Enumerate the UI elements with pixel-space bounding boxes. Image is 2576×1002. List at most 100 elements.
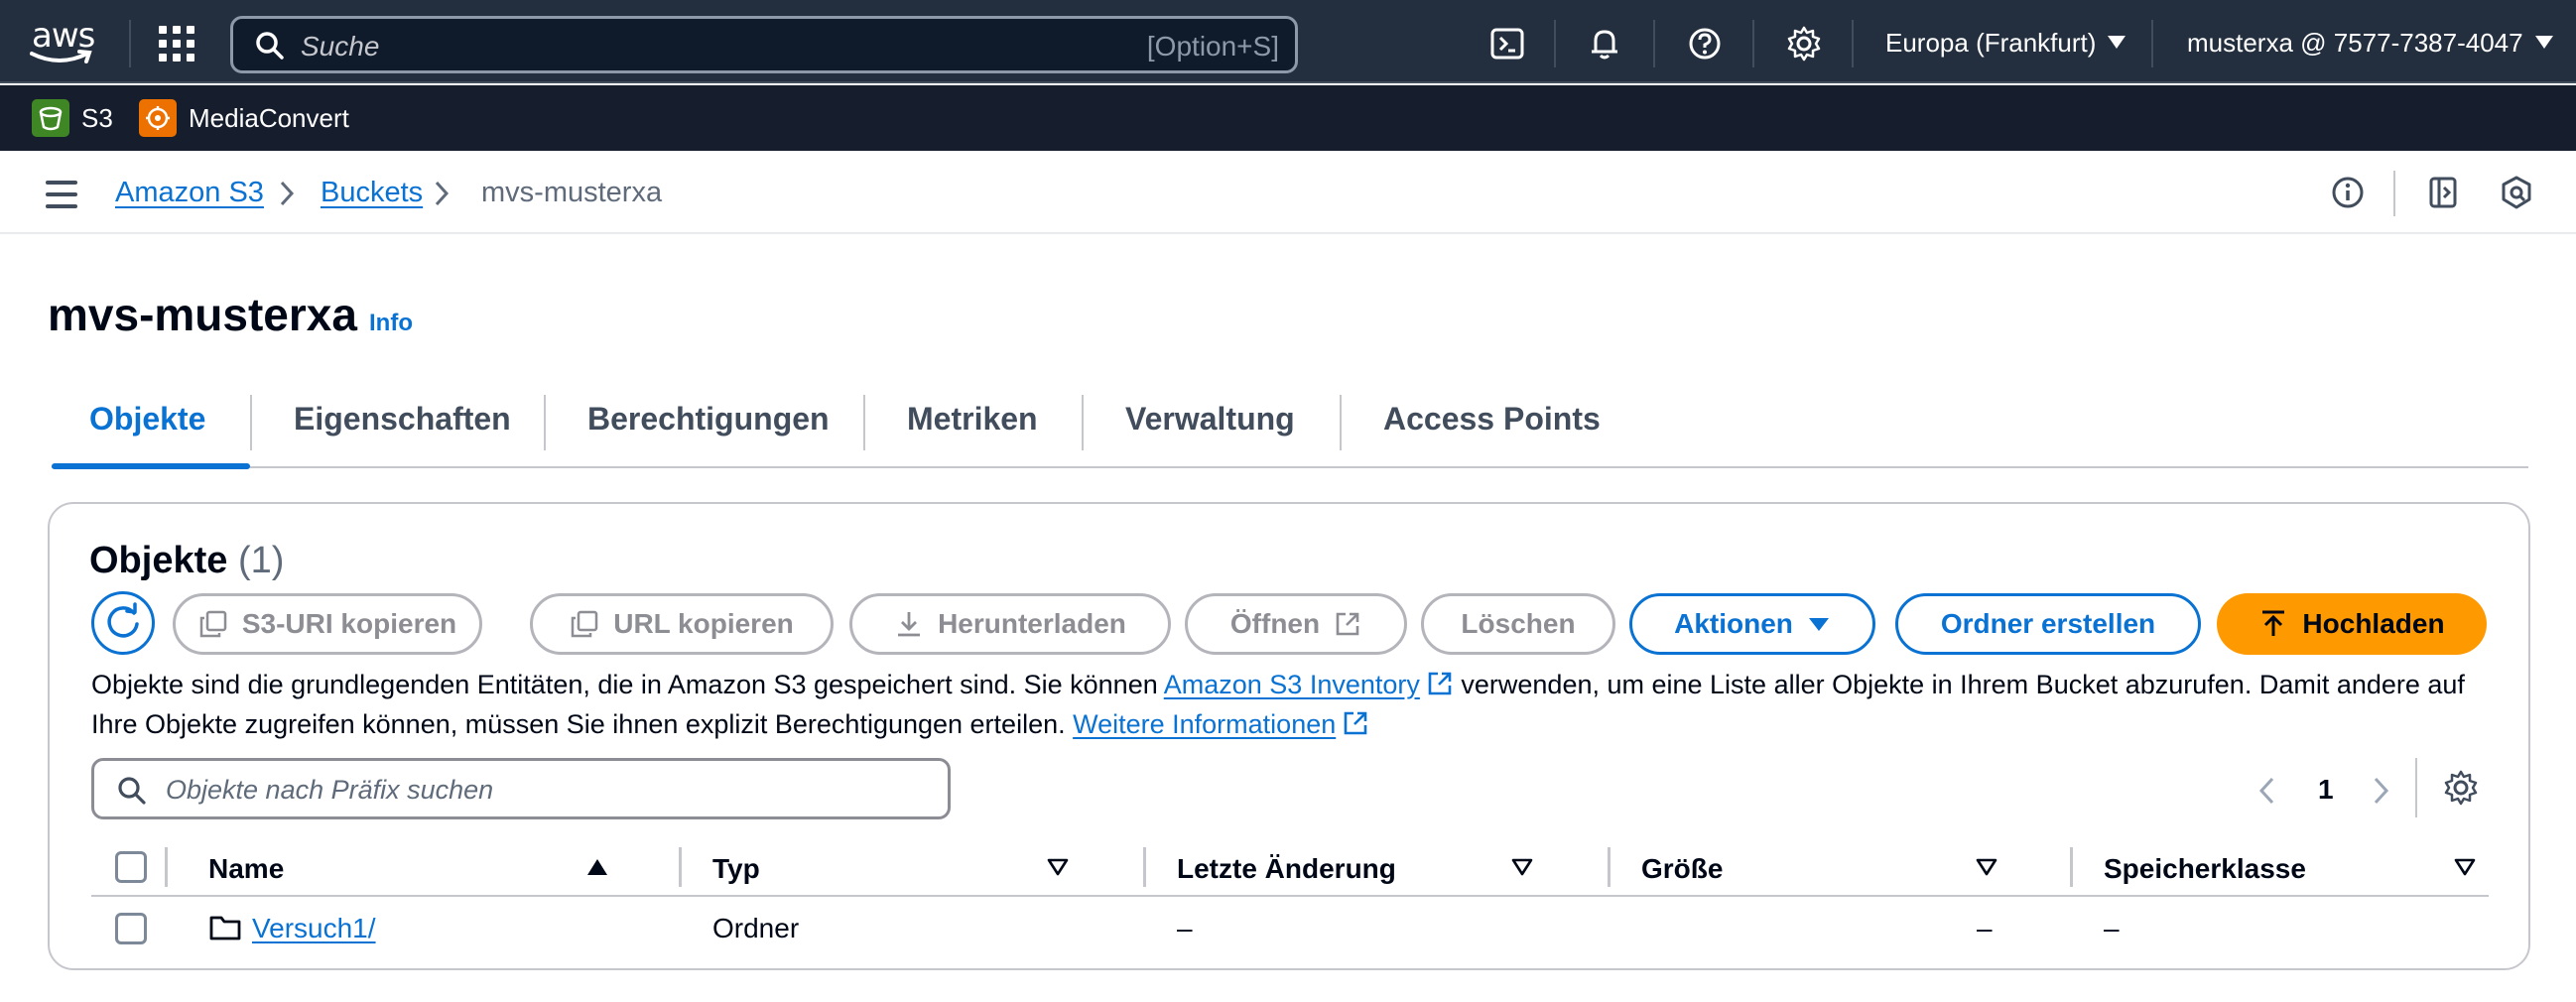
column-header-name[interactable]: Name [208,853,284,885]
current-page-number[interactable]: 1 [2318,774,2334,806]
region-label: Europa (Frankfurt) [1885,28,2097,58]
tab-divider [1340,395,1342,450]
amazon-q-icon[interactable] [2497,173,2536,212]
external-link-icon [1336,612,1359,636]
copy-icon [199,610,227,638]
refresh-button[interactable] [91,591,155,655]
services-grid-icon[interactable] [159,26,194,62]
info-circle-icon[interactable] [2328,173,2368,212]
active-tab-indicator [52,463,250,469]
column-header-size[interactable]: Größe [1641,853,1723,885]
favorite-mediaconvert[interactable]: MediaConvert [139,97,349,139]
gear-icon[interactable] [1784,24,1824,63]
download-icon [898,612,921,637]
bell-icon[interactable] [1586,24,1625,63]
previous-page-icon[interactable] [2256,774,2278,808]
upload-icon [2262,610,2285,636]
chevron-right-icon [435,181,450,206]
favorite-label: S3 [81,102,113,133]
column-header-type[interactable]: Typ [712,853,760,885]
info-link[interactable]: Info [369,310,413,337]
tab-eigenschaften[interactable]: Eigenschaften [294,401,511,438]
sort-icon[interactable] [2453,857,2477,877]
external-link-icon [1428,672,1452,695]
hamburger-menu-icon[interactable] [46,181,77,208]
column-header-storage-class[interactable]: Speicherklasse [2104,853,2306,885]
description-text: Objekte sind die grundlegenden Entitäten… [91,670,1164,699]
column-header-last-modified[interactable]: Letzte Änderung [1177,853,1396,885]
object-last-modified: – [1177,913,1193,943]
copy-s3-uri-button[interactable]: S3-URI kopieren [173,593,482,655]
tab-access-points[interactable]: Access Points [1383,401,1601,438]
actions-label: Aktionen [1674,608,1793,639]
objects-count: (1) [237,540,285,581]
help-icon[interactable] [1685,24,1725,63]
learn-more-link[interactable]: Weitere Informationen [1073,709,1336,739]
region-selector[interactable]: Europa (Frankfurt) [1885,28,2126,59]
next-page-icon[interactable] [2370,774,2391,808]
divider [1752,20,1754,67]
actions-dropdown-button[interactable]: Aktionen [1629,593,1875,655]
caret-down-icon [2108,36,2126,49]
tab-objekte[interactable]: Objekte [89,401,205,438]
prefix-search-input[interactable]: Objekte nach Präfix suchen [91,758,951,819]
select-all-checkbox[interactable] [115,851,147,883]
column-divider [1608,847,1610,887]
row-checkbox[interactable] [115,913,147,944]
search-icon [256,32,284,60]
sort-icon[interactable] [1510,857,1534,877]
object-storage-class: – [2104,913,2120,943]
object-type: Ordner [712,913,800,943]
mediaconvert-service-icon [139,99,177,137]
objects-table-header: Name Typ Letzte Änderung Größe Speicherk… [91,837,2489,897]
copy-icon [571,610,598,638]
tab-divider [1082,395,1084,450]
divider [1653,20,1655,67]
upload-button[interactable]: Hochladen [2217,593,2487,655]
column-divider [1143,847,1146,887]
tab-verwaltung[interactable]: Verwaltung [1125,401,1295,438]
account-menu[interactable]: musterxa @ 7577-7387-4047 [2187,28,2553,59]
sort-icon[interactable] [1046,857,1070,877]
breadcrumb-amazon-s3[interactable]: Amazon S3 [115,177,264,209]
folder-icon [209,916,241,940]
download-label: Herunterladen [938,608,1126,639]
divider [129,20,131,67]
search-icon [118,777,146,805]
objects-description: Objekte sind die grundlegenden Entitäten… [91,665,2512,744]
tab-metriken[interactable]: Metriken [907,401,1038,438]
table-settings-gear-icon[interactable] [2441,768,2481,808]
favorite-s3[interactable]: S3 [32,97,113,139]
objects-title: Objekte [89,540,228,581]
pager-divider [2415,758,2417,817]
column-divider [165,847,168,887]
object-name-link[interactable]: Versuch1/ [252,913,376,943]
side-panel-icon[interactable] [2423,173,2463,212]
breadcrumb-buckets[interactable]: Buckets [321,177,423,209]
breadcrumb-current: mvs-musterxa [481,177,663,208]
breadcrumb-bar: Amazon S3 Buckets mvs-musterxa [0,151,2576,234]
sort-icon[interactable] [1975,857,1998,877]
tab-divider [544,395,546,450]
download-button[interactable]: Herunterladen [849,593,1171,655]
s3-service-icon [32,99,69,137]
tab-divider [863,395,865,450]
create-folder-button[interactable]: Ordner erstellen [1895,593,2201,655]
copy-s3-uri-label: S3-URI kopieren [241,608,457,639]
cloudshell-icon[interactable] [1488,24,1528,63]
favorite-label: MediaConvert [189,102,349,133]
column-divider [679,847,682,887]
page-title: mvs-musterxa [48,289,357,340]
sort-ascending-icon[interactable] [585,857,609,877]
aws-logo[interactable]: aws [30,14,103,67]
top-navigation: aws Suche [Option+S] Europa (Frankfurt) … [0,0,2576,83]
tab-berechtigungen[interactable]: Berechtigungen [587,401,830,438]
copy-url-button[interactable]: URL kopieren [530,593,834,655]
s3-inventory-link[interactable]: Amazon S3 Inventory [1164,670,1420,699]
delete-button[interactable]: Löschen [1421,593,1615,655]
global-search-input[interactable]: Suche [Option+S] [230,16,1298,73]
open-button[interactable]: Öffnen [1185,593,1407,655]
divider [2151,20,2153,67]
objects-heading: Objekte (1) [89,540,284,582]
objects-panel: Objekte (1) S3-URI kopieren URL kopieren… [48,502,2530,970]
